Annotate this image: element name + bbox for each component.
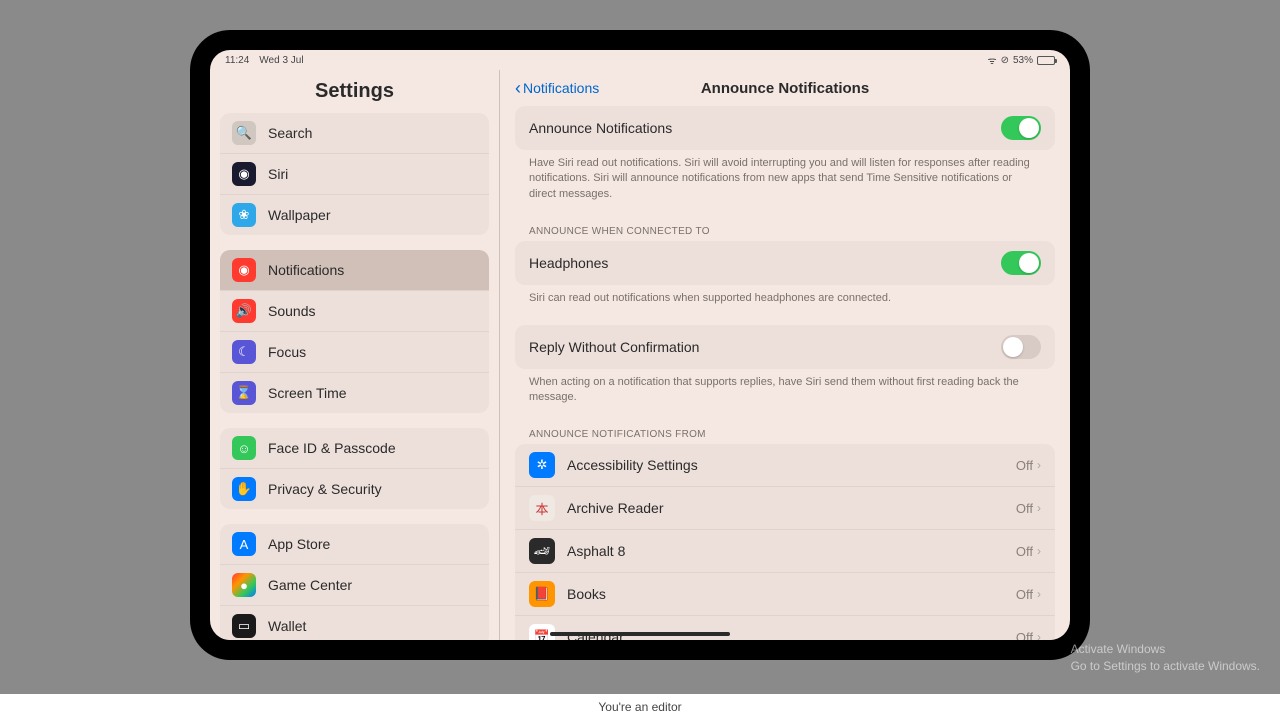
sidebar-item-face-id-passcode[interactable]: ☺ Face ID & Passcode <box>220 428 489 469</box>
app-value: Off <box>1016 458 1033 473</box>
app-name: Asphalt 8 <box>567 543 1016 559</box>
app-row-asphalt-8[interactable]: 🏎 Asphalt 8Off › <box>515 530 1055 573</box>
sidebar-item-label: Privacy & Security <box>268 481 382 497</box>
headphones-label: Headphones <box>529 255 608 271</box>
chevron-left-icon: ‹ <box>515 78 521 99</box>
sidebar-item-notifications[interactable]: ◉ Notifications <box>220 250 489 291</box>
home-indicator[interactable] <box>550 632 730 636</box>
sidebar-list[interactable]: 🔍 Search ◉ Siri ❀ Wallpaper ◉ Notifications 🔊 So… <box>210 113 499 640</box>
announce-label: Announce Notifications <box>529 120 672 136</box>
sidebar-item-siri[interactable]: ◉ Siri <box>220 154 489 195</box>
back-label: Notifications <box>523 80 599 96</box>
status-time: 11:24 <box>225 55 249 66</box>
ipad-screen: 11:24 Wed 3 Jul ᯤ ⊘ 53% Settings 🔍 Search… <box>210 50 1070 640</box>
app-value: Off <box>1016 501 1033 516</box>
app-value: Off <box>1016 630 1033 640</box>
connect-header: ANNOUNCE WHEN CONNECTED TO <box>515 212 1055 241</box>
app-icon: 🏎 <box>529 538 555 564</box>
reply-description: When acting on a notification that suppo… <box>515 369 1055 416</box>
detail-content[interactable]: Announce Notifications Have Siri read ou… <box>500 106 1070 640</box>
game-center-icon: ● <box>232 573 256 597</box>
chevron-right-icon: › <box>1037 501 1041 515</box>
announce-toggle-row[interactable]: Announce Notifications <box>515 106 1055 150</box>
app-name: Accessibility Settings <box>567 457 1016 473</box>
search-icon: 🔍 <box>232 121 256 145</box>
status-bar: 11:24 Wed 3 Jul ᯤ ⊘ 53% <box>210 50 1070 70</box>
ipad-frame: 11:24 Wed 3 Jul ᯤ ⊘ 53% Settings 🔍 Search… <box>190 30 1090 660</box>
headphones-description: Siri can read out notifications when sup… <box>515 285 1055 316</box>
reply-toggle-row[interactable]: Reply Without Confirmation <box>515 325 1055 369</box>
reply-label: Reply Without Confirmation <box>529 339 699 355</box>
wallet-icon: ▭ <box>232 614 256 638</box>
chevron-right-icon: › <box>1037 630 1041 640</box>
reply-toggle[interactable] <box>1001 335 1041 359</box>
sidebar-item-label: Sounds <box>268 303 315 319</box>
back-button[interactable]: ‹ Notifications <box>515 78 599 99</box>
app-store-icon: A <box>232 532 256 556</box>
app-icon: 📕 <box>529 581 555 607</box>
app-value: Off <box>1016 587 1033 602</box>
screen-time-icon: ⌛ <box>232 381 256 405</box>
detail-title: Announce Notifications <box>701 80 869 97</box>
sidebar-item-sounds[interactable]: 🔊 Sounds <box>220 291 489 332</box>
sidebar-item-label: Face ID & Passcode <box>268 440 396 456</box>
app-row-accessibility-settings[interactable]: ✲ Accessibility SettingsOff › <box>515 444 1055 487</box>
announce-toggle[interactable] <box>1001 116 1041 140</box>
detail-panel: ‹ Notifications Announce Notifications A… <box>500 70 1070 640</box>
notifications-icon: ◉ <box>232 258 256 282</box>
windows-watermark: Activate Windows Go to Settings to activ… <box>1071 641 1260 675</box>
app-name: Archive Reader <box>567 500 1016 516</box>
sidebar-item-label: Notifications <box>268 262 344 278</box>
sounds-icon: 🔊 <box>232 299 256 323</box>
settings-sidebar: Settings 🔍 Search ◉ Siri ❀ Wallpaper ◉ Notific… <box>210 70 500 640</box>
chevron-right-icon: › <box>1037 544 1041 558</box>
sidebar-item-label: Wallet <box>268 618 306 634</box>
sidebar-item-label: App Store <box>268 536 330 552</box>
headphones-toggle[interactable] <box>1001 251 1041 275</box>
wallpaper-icon: ❀ <box>232 203 256 227</box>
app-name: Books <box>567 586 1016 602</box>
app-value: Off <box>1016 544 1033 559</box>
apps-header: ANNOUNCE NOTIFICATIONS FROM <box>515 415 1055 444</box>
sidebar-item-label: Focus <box>268 344 306 360</box>
privacy-security-icon: ✋ <box>232 477 256 501</box>
sidebar-item-label: Wallpaper <box>268 207 331 223</box>
battery-icon <box>1037 56 1055 65</box>
battery-percent: 53% <box>1013 55 1033 66</box>
headphones-toggle-row[interactable]: Headphones <box>515 241 1055 285</box>
sidebar-item-focus[interactable]: ☾ Focus <box>220 332 489 373</box>
announce-description: Have Siri read out notifications. Siri w… <box>515 150 1055 212</box>
sidebar-item-wallpaper[interactable]: ❀ Wallpaper <box>220 195 489 235</box>
app-row-books[interactable]: 📕 BooksOff › <box>515 573 1055 616</box>
sidebar-item-label: Game Center <box>268 577 352 593</box>
sidebar-item-screen-time[interactable]: ⌛ Screen Time <box>220 373 489 413</box>
chevron-right-icon: › <box>1037 458 1041 472</box>
editor-bar: You're an editor <box>0 694 1280 720</box>
sidebar-item-wallet[interactable]: ▭ Wallet <box>220 606 489 640</box>
app-icon: 本 <box>529 495 555 521</box>
sidebar-item-app-store[interactable]: A App Store <box>220 524 489 565</box>
siri-icon: ◉ <box>232 162 256 186</box>
sidebar-item-label: Screen Time <box>268 385 347 401</box>
app-row-archive-reader[interactable]: 本 Archive ReaderOff › <box>515 487 1055 530</box>
app-icon: ✲ <box>529 452 555 478</box>
sidebar-item-game-center[interactable]: ● Game Center <box>220 565 489 606</box>
sidebar-title: Settings <box>210 70 499 113</box>
app-row-calendar[interactable]: 📅CalendarOff› <box>515 616 1055 640</box>
sidebar-item-privacy-security[interactable]: ✋ Privacy & Security <box>220 469 489 509</box>
chevron-right-icon: › <box>1037 587 1041 601</box>
sidebar-item-search[interactable]: 🔍 Search <box>220 113 489 154</box>
sidebar-item-label: Search <box>268 125 312 141</box>
orientation-lock-icon: ⊘ <box>1001 55 1009 66</box>
face-id-passcode-icon: ☺ <box>232 436 256 460</box>
focus-icon: ☾ <box>232 340 256 364</box>
sidebar-item-label: Siri <box>268 166 288 182</box>
status-date: Wed 3 Jul <box>259 55 303 66</box>
wifi-icon: ᯤ <box>987 53 996 67</box>
